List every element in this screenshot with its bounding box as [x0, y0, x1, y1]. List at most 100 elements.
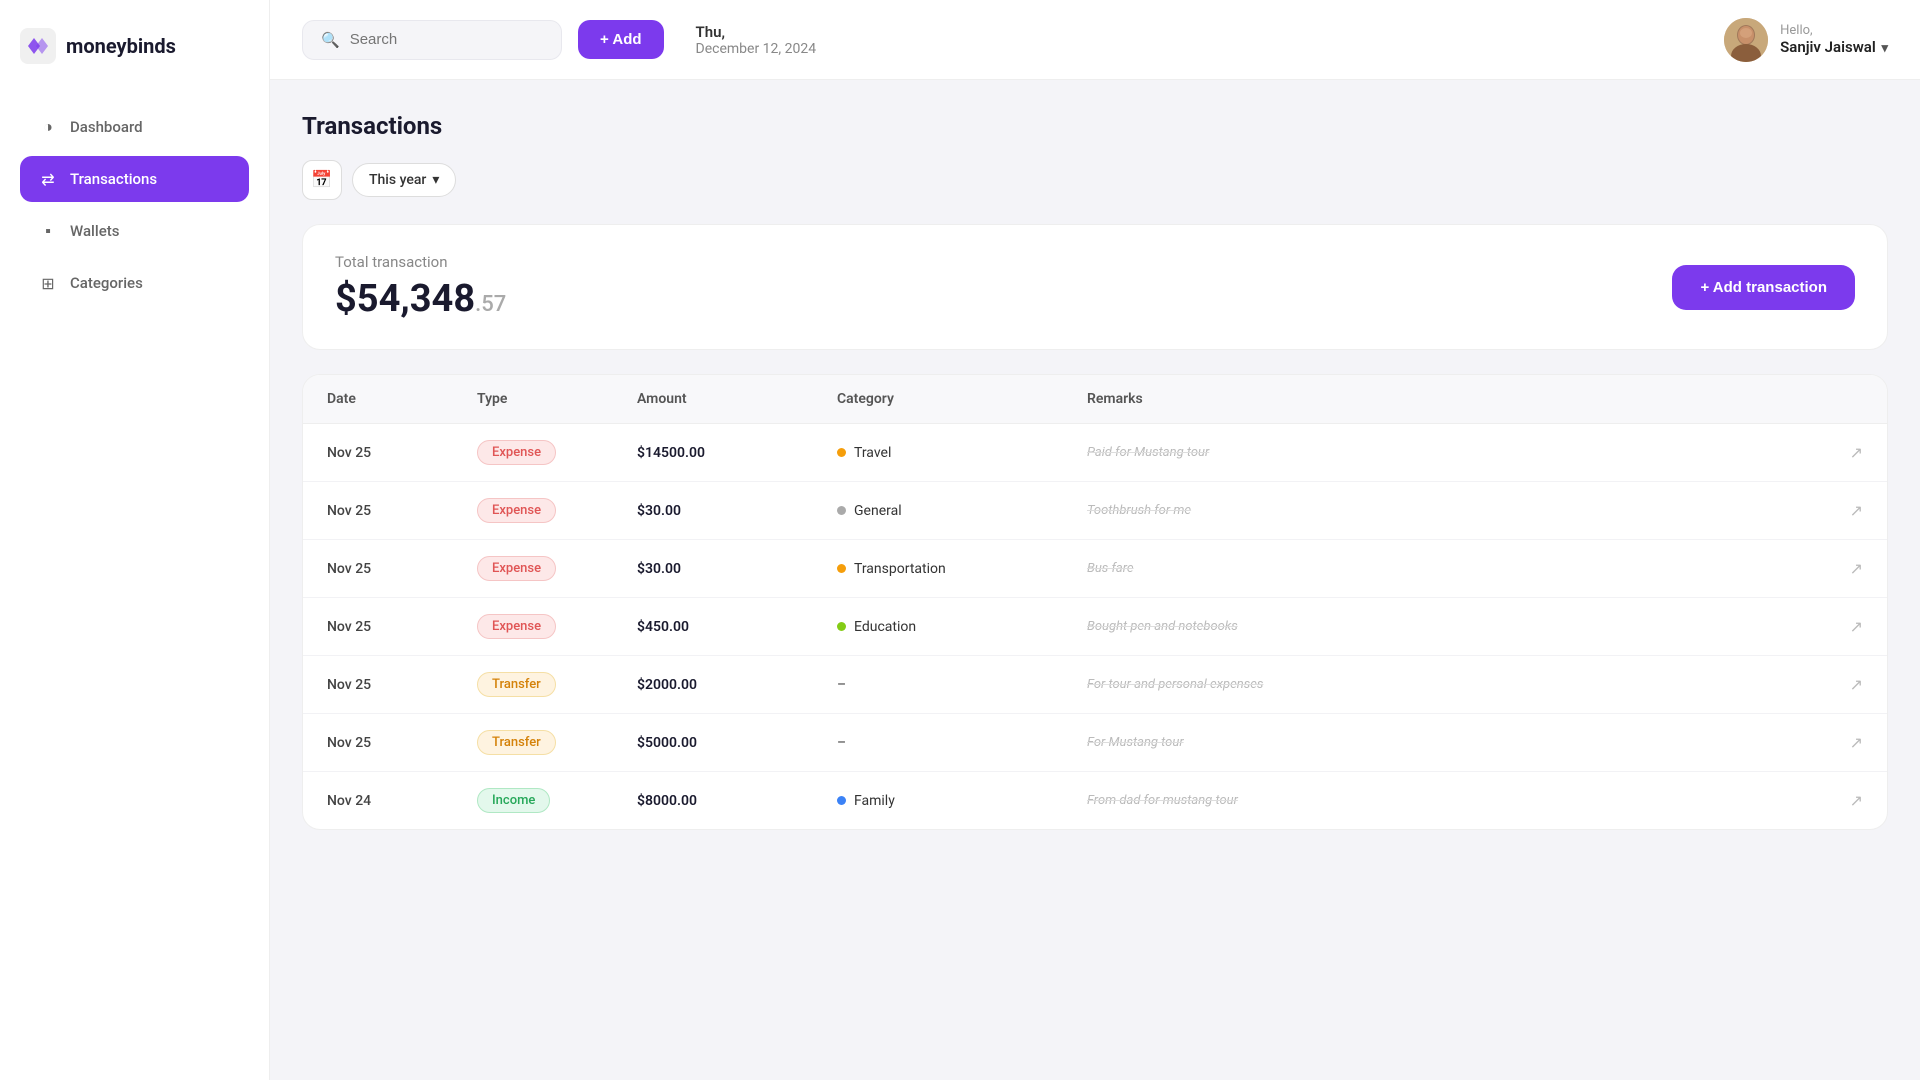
avatar: [1724, 18, 1768, 62]
col-date: Date: [327, 391, 477, 407]
total-amount: $54,348.57: [335, 277, 506, 321]
chevron-down-icon: ▾: [1881, 41, 1888, 56]
cell-type: Expense: [477, 556, 637, 581]
type-badge: Expense: [477, 614, 556, 639]
cell-category: Education: [837, 619, 1087, 635]
expand-icon[interactable]: ↗: [1813, 501, 1863, 520]
year-filter[interactable]: This year ▾: [352, 163, 456, 197]
search-bar[interactable]: 🔍: [302, 20, 562, 60]
sidebar-item-label: Dashboard: [70, 118, 143, 136]
logo: moneybinds: [20, 28, 249, 64]
cell-date: Nov 25: [327, 503, 477, 519]
content: Transactions 📅 This year ▾ Total transac…: [270, 80, 1920, 1080]
expand-icon[interactable]: ↗: [1813, 733, 1863, 752]
total-card: Total transaction $54,348.57 + Add trans…: [302, 224, 1888, 350]
sidebar-item-dashboard[interactable]: ◑ Dashboard: [20, 104, 249, 150]
cell-amount: $450.00: [637, 619, 837, 635]
cell-category: Travel: [837, 445, 1087, 461]
col-category: Category: [837, 391, 1087, 407]
total-info: Total transaction $54,348.57: [335, 253, 506, 321]
cell-date: Nov 25: [327, 445, 477, 461]
user-section[interactable]: Hello, Sanjiv Jaiswal ▾: [1724, 18, 1888, 62]
cell-type: Income: [477, 788, 637, 813]
col-actions: [1813, 391, 1863, 407]
date-full: December 12, 2024: [696, 41, 1709, 57]
table-row: Nov 25 Expense $30.00 Transportation Bus…: [303, 540, 1887, 598]
calendar-icon: 📅: [311, 170, 332, 190]
type-badge: Transfer: [477, 672, 556, 697]
cell-category: General: [837, 503, 1087, 519]
expand-icon[interactable]: ↗: [1813, 443, 1863, 462]
year-label: This year: [369, 172, 426, 188]
sidebar-item-transactions[interactable]: ⇄ Transactions: [20, 156, 249, 202]
table-row: Nov 25 Expense $14500.00 Travel Paid for…: [303, 424, 1887, 482]
col-type: Type: [477, 391, 637, 407]
cell-date: Nov 25: [327, 735, 477, 751]
cell-remarks: For tour and personal expenses: [1087, 677, 1813, 692]
table-body: Nov 25 Expense $14500.00 Travel Paid for…: [303, 424, 1887, 829]
table-row: Nov 25 Expense $30.00 General Toothbrush…: [303, 482, 1887, 540]
cell-date: Nov 25: [327, 561, 477, 577]
expand-icon[interactable]: ↗: [1813, 617, 1863, 636]
type-badge: Transfer: [477, 730, 556, 755]
cell-remarks: Toothbrush for me: [1087, 503, 1813, 518]
cell-remarks: Bus fare: [1087, 561, 1813, 576]
cell-category: –: [837, 677, 1087, 693]
type-badge: Income: [477, 788, 550, 813]
user-name: Sanjiv Jaiswal ▾: [1780, 38, 1888, 56]
user-info: Hello, Sanjiv Jaiswal ▾: [1780, 23, 1888, 56]
hello-text: Hello,: [1780, 23, 1888, 38]
table-row: Nov 25 Transfer $5000.00 – For Mustang t…: [303, 714, 1887, 772]
cell-remarks: From dad for mustang tour: [1087, 793, 1813, 808]
expand-icon[interactable]: ↗: [1813, 675, 1863, 694]
sidebar-item-label: Wallets: [70, 222, 119, 240]
table-header: Date Type Amount Category Remarks: [303, 375, 1887, 424]
col-amount: Amount: [637, 391, 837, 407]
logo-text: moneybinds: [66, 34, 176, 58]
category-dot: [837, 622, 846, 631]
category-dot: [837, 564, 846, 573]
type-badge: Expense: [477, 440, 556, 465]
cell-amount: $2000.00: [637, 677, 837, 693]
dashboard-icon: ◑: [38, 117, 58, 137]
cell-remarks: Paid for Mustang tour: [1087, 445, 1813, 460]
logo-icon: [20, 28, 56, 64]
chevron-down-icon: ▾: [432, 172, 439, 188]
sidebar-item-categories[interactable]: ⊞ Categories: [20, 260, 249, 306]
calendar-button[interactable]: 📅: [302, 160, 342, 200]
expand-icon[interactable]: ↗: [1813, 559, 1863, 578]
cell-amount: $8000.00: [637, 793, 837, 809]
category-dot: [837, 448, 846, 457]
cell-remarks: Bought pen and notebooks: [1087, 619, 1813, 634]
cell-type: Transfer: [477, 672, 637, 697]
add-button[interactable]: + Add: [578, 20, 664, 59]
sidebar-item-label: Transactions: [70, 170, 157, 188]
search-icon: 🔍: [321, 31, 340, 49]
wallets-icon: ▪: [38, 221, 58, 241]
type-badge: Expense: [477, 556, 556, 581]
cell-type: Expense: [477, 440, 637, 465]
cell-type: Expense: [477, 498, 637, 523]
table-row: Nov 25 Expense $450.00 Education Bought …: [303, 598, 1887, 656]
sidebar-item-wallets[interactable]: ▪ Wallets: [20, 208, 249, 254]
search-input[interactable]: [350, 31, 543, 48]
cell-date: Nov 25: [327, 677, 477, 693]
cell-category: Family: [837, 793, 1087, 809]
cell-amount: $5000.00: [637, 735, 837, 751]
cell-category: –: [837, 735, 1087, 751]
cell-amount: $30.00: [637, 561, 837, 577]
category-dot: [837, 796, 846, 805]
cell-remarks: For Mustang tour: [1087, 735, 1813, 750]
transactions-icon: ⇄: [38, 169, 58, 189]
expand-icon[interactable]: ↗: [1813, 791, 1863, 810]
date-day: Thu,: [696, 23, 1709, 41]
cell-date: Nov 25: [327, 619, 477, 635]
cell-type: Transfer: [477, 730, 637, 755]
add-transaction-button[interactable]: + Add transaction: [1672, 265, 1855, 310]
nav-list: ◑ Dashboard ⇄ Transactions ▪ Wallets ⊞ C…: [20, 104, 249, 312]
transactions-table: Date Type Amount Category Remarks Nov 25…: [302, 374, 1888, 830]
table-row: Nov 25 Transfer $2000.00 – For tour and …: [303, 656, 1887, 714]
main-area: 🔍 + Add Thu, December 12, 2024 Hello,: [270, 0, 1920, 1080]
filter-row: 📅 This year ▾: [302, 160, 1888, 200]
cell-category: Transportation: [837, 561, 1087, 577]
